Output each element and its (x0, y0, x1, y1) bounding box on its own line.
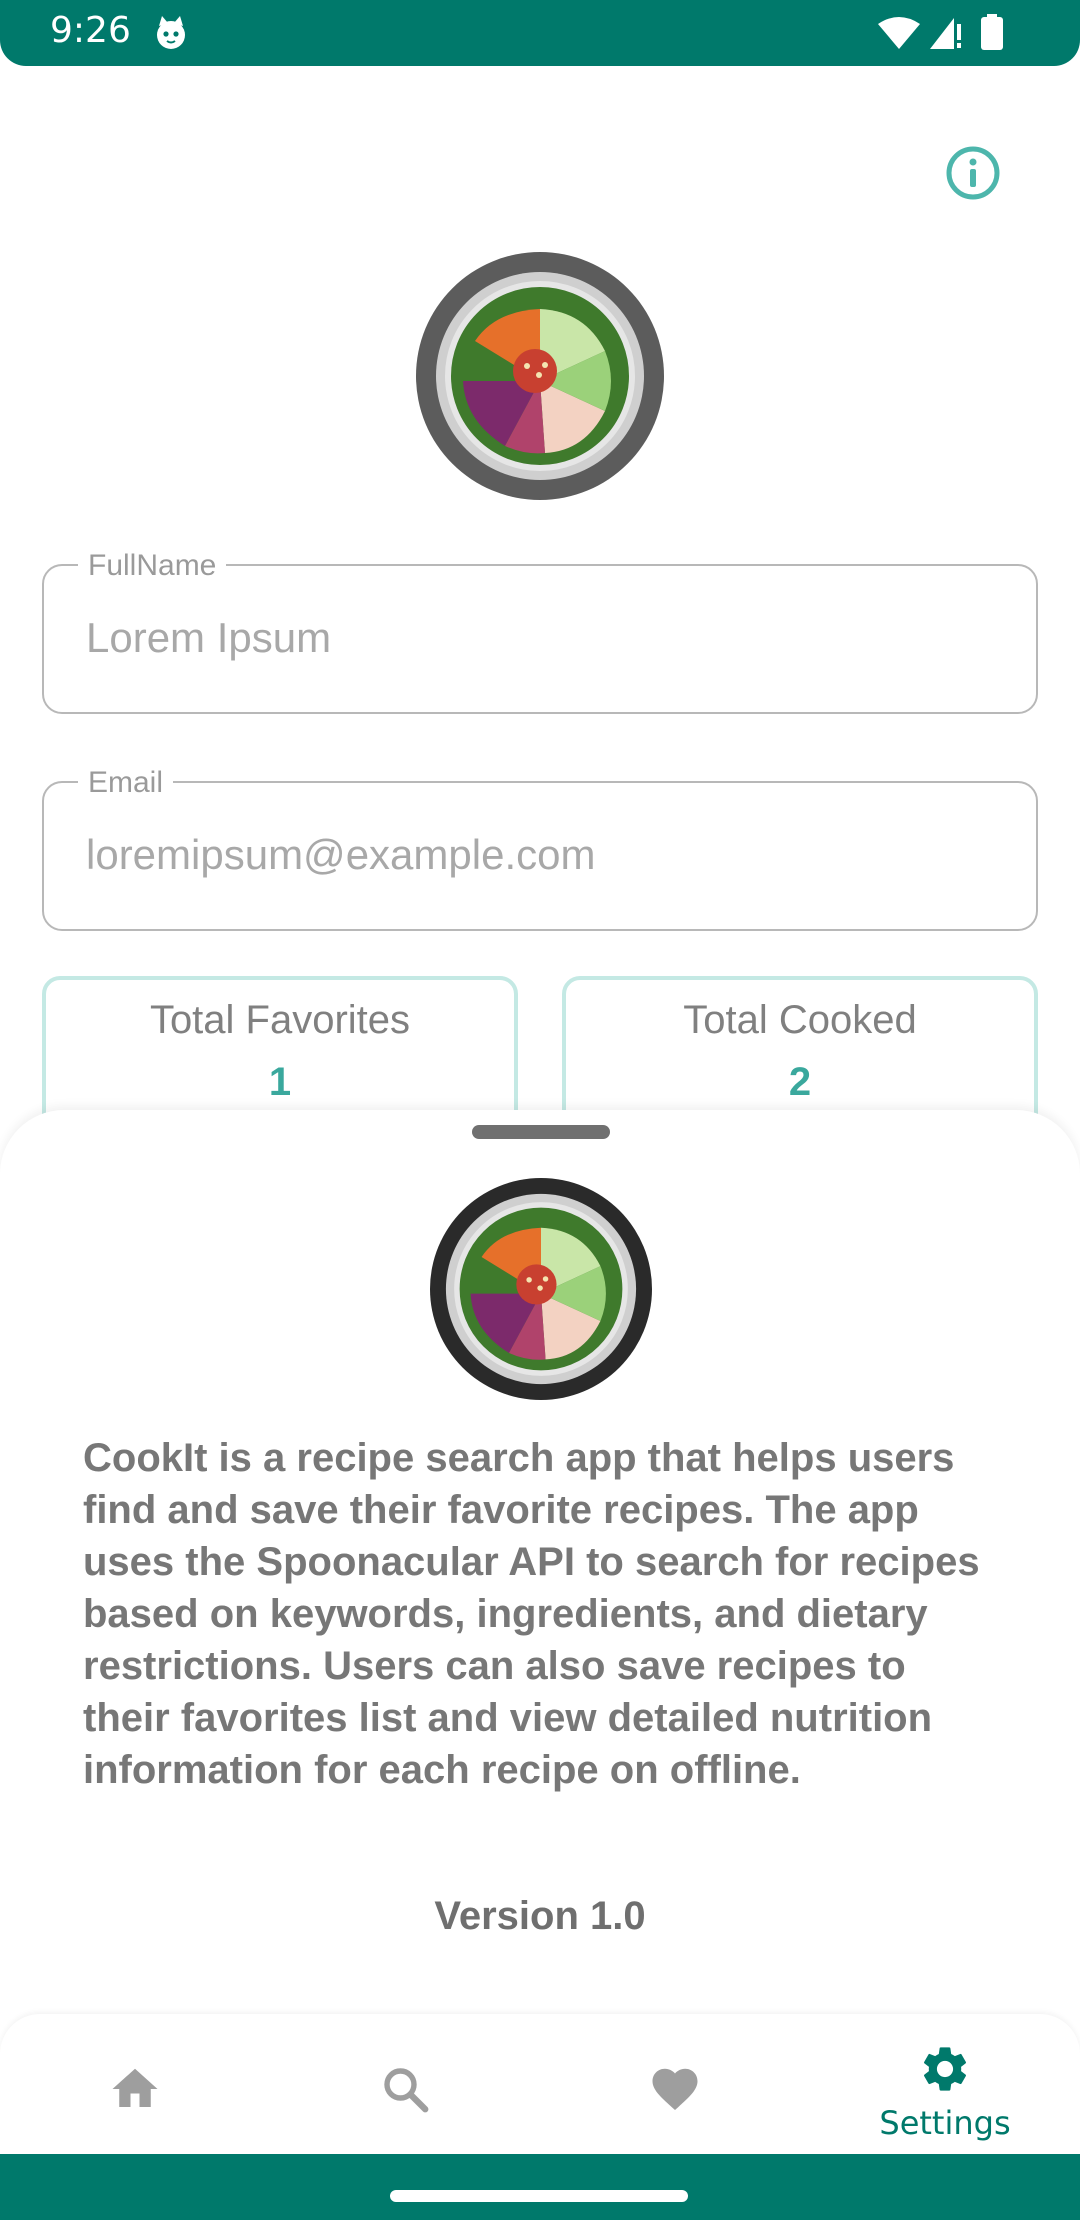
total-favorites-value: 1 (268, 1060, 292, 1104)
salad-bowl-image (445, 1193, 637, 1385)
total-cooked-title: Total Cooked (683, 998, 917, 1042)
fullname-input[interactable]: Lorem Ipsum (86, 614, 331, 662)
email-label: Email (78, 766, 174, 800)
search-icon (384, 2068, 429, 2113)
nav-label-settings: Settings (879, 2104, 1011, 2142)
total-cooked-value: 2 (788, 1060, 812, 1104)
system-gesture-bar (0, 2154, 1080, 2220)
home-gesture-handle[interactable] (390, 2190, 688, 2202)
email-input[interactable]: loremipsum@example.com (86, 831, 595, 879)
sheet-drag-handle[interactable] (472, 1125, 610, 1139)
wifi-icon (878, 17, 920, 49)
fullname-label: FullName (78, 549, 227, 583)
nav-item-settings[interactable]: Settings (810, 2014, 1080, 2154)
info-icon[interactable] (943, 143, 1003, 203)
notification-cat-icon (157, 16, 185, 49)
app-version: Version 1.0 (434, 1894, 646, 1938)
nav-item-favorites[interactable] (540, 2014, 810, 2154)
profile-avatar[interactable] (416, 252, 664, 500)
bottom-navigation: Settings (0, 2014, 1080, 2154)
total-favorites-title: Total Favorites (149, 998, 411, 1042)
salad-bowl-image (436, 272, 644, 480)
fullname-field[interactable]: FullName Lorem Ipsum (42, 549, 1038, 714)
heart-icon (652, 2068, 698, 2111)
app-logo-avatar (430, 1178, 652, 1400)
status-bar: 9:26 (0, 0, 1080, 66)
about-description: CookIt is a recipe search app that helps… (83, 1436, 980, 1792)
gear-icon (923, 2047, 967, 2091)
nav-item-search[interactable] (270, 2014, 540, 2154)
nav-item-home[interactable] (0, 2014, 270, 2154)
status-time: 9:26 (50, 10, 131, 51)
battery-icon (981, 14, 1003, 50)
home-icon (112, 2068, 158, 2107)
signal-icon (930, 18, 961, 49)
email-field[interactable]: Email loremipsum@example.com (42, 766, 1038, 931)
